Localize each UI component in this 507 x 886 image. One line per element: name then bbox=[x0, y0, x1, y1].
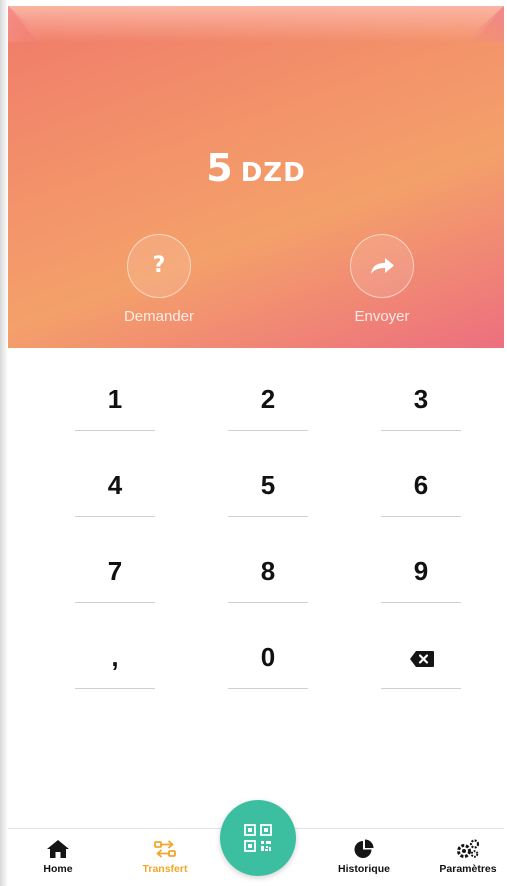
key-underline bbox=[381, 602, 461, 603]
home-icon bbox=[47, 840, 69, 858]
nav-historique-label: Historique bbox=[338, 863, 390, 875]
key-label: 2 bbox=[260, 384, 276, 414]
key-0[interactable]: 0 bbox=[228, 612, 308, 692]
amount-currency: DZD bbox=[240, 158, 306, 188]
key-label: 7 bbox=[107, 556, 123, 586]
key-1[interactable]: 1 bbox=[75, 354, 155, 434]
key-label: 6 bbox=[413, 470, 429, 500]
key-comma[interactable]: , bbox=[75, 612, 155, 692]
key-underline bbox=[75, 430, 155, 431]
frame-edge bbox=[0, 0, 8, 886]
key-underline bbox=[75, 688, 155, 689]
question-icon: ? bbox=[152, 253, 166, 278]
key-3[interactable]: 3 bbox=[381, 354, 461, 434]
key-underline bbox=[228, 430, 308, 431]
gears-icon bbox=[457, 839, 480, 858]
request-circle[interactable]: ? bbox=[127, 234, 191, 298]
key-label: 5 bbox=[260, 470, 276, 500]
forward-arrow-icon bbox=[371, 258, 394, 274]
scan-qr-button[interactable] bbox=[220, 800, 296, 876]
key-9[interactable]: 9 bbox=[381, 526, 461, 606]
nav-historique[interactable]: Historique bbox=[324, 839, 404, 875]
key-underline bbox=[75, 516, 155, 517]
request-label: Demander bbox=[123, 308, 195, 325]
qr-code-icon bbox=[244, 824, 272, 852]
key-label: 3 bbox=[413, 384, 429, 414]
nav-home[interactable]: Home bbox=[18, 839, 98, 875]
amount-display: 5 DZD bbox=[8, 146, 504, 190]
key-label: 8 bbox=[260, 556, 276, 586]
key-label: , bbox=[111, 642, 119, 672]
send-button[interactable]: Envoyer bbox=[317, 234, 447, 325]
nav-transfert-label: Transfert bbox=[142, 863, 188, 875]
backspace-icon bbox=[410, 651, 434, 667]
key-2[interactable]: 2 bbox=[228, 354, 308, 434]
key-underline bbox=[381, 516, 461, 517]
nav-home-label: Home bbox=[43, 863, 73, 875]
key-5[interactable]: 5 bbox=[228, 440, 308, 520]
phone-screen: 5 DZD ? Demander Envoyer 1 2 3 4 5 6 7 8… bbox=[8, 6, 504, 884]
send-circle[interactable] bbox=[350, 234, 414, 298]
nav-transfert[interactable]: Transfert bbox=[125, 839, 205, 875]
key-label: 1 bbox=[107, 384, 123, 414]
transfer-icon bbox=[154, 840, 176, 858]
amount-header: 5 DZD ? Demander Envoyer bbox=[8, 6, 504, 348]
key-8[interactable]: 8 bbox=[228, 526, 308, 606]
send-label: Envoyer bbox=[354, 308, 410, 325]
pie-chart-icon bbox=[354, 839, 374, 858]
key-underline bbox=[228, 688, 308, 689]
header-highlight bbox=[8, 6, 504, 42]
request-button[interactable]: ? Demander bbox=[94, 234, 224, 325]
key-backspace[interactable] bbox=[381, 612, 461, 692]
key-label: 0 bbox=[260, 642, 276, 672]
key-label: 4 bbox=[107, 470, 123, 500]
amount-value: 5 bbox=[206, 146, 233, 190]
key-underline bbox=[228, 602, 308, 603]
numeric-keypad: 1 2 3 4 5 6 7 8 9 , 0 bbox=[8, 348, 504, 828]
nav-parametres[interactable]: Paramètres bbox=[428, 839, 504, 875]
key-underline bbox=[381, 430, 461, 431]
key-7[interactable]: 7 bbox=[75, 526, 155, 606]
nav-parametres-label: Paramètres bbox=[439, 863, 497, 875]
key-4[interactable]: 4 bbox=[75, 440, 155, 520]
key-underline bbox=[381, 688, 461, 689]
key-underline bbox=[75, 602, 155, 603]
key-label: 9 bbox=[413, 556, 429, 586]
key-underline bbox=[228, 516, 308, 517]
key-6[interactable]: 6 bbox=[381, 440, 461, 520]
